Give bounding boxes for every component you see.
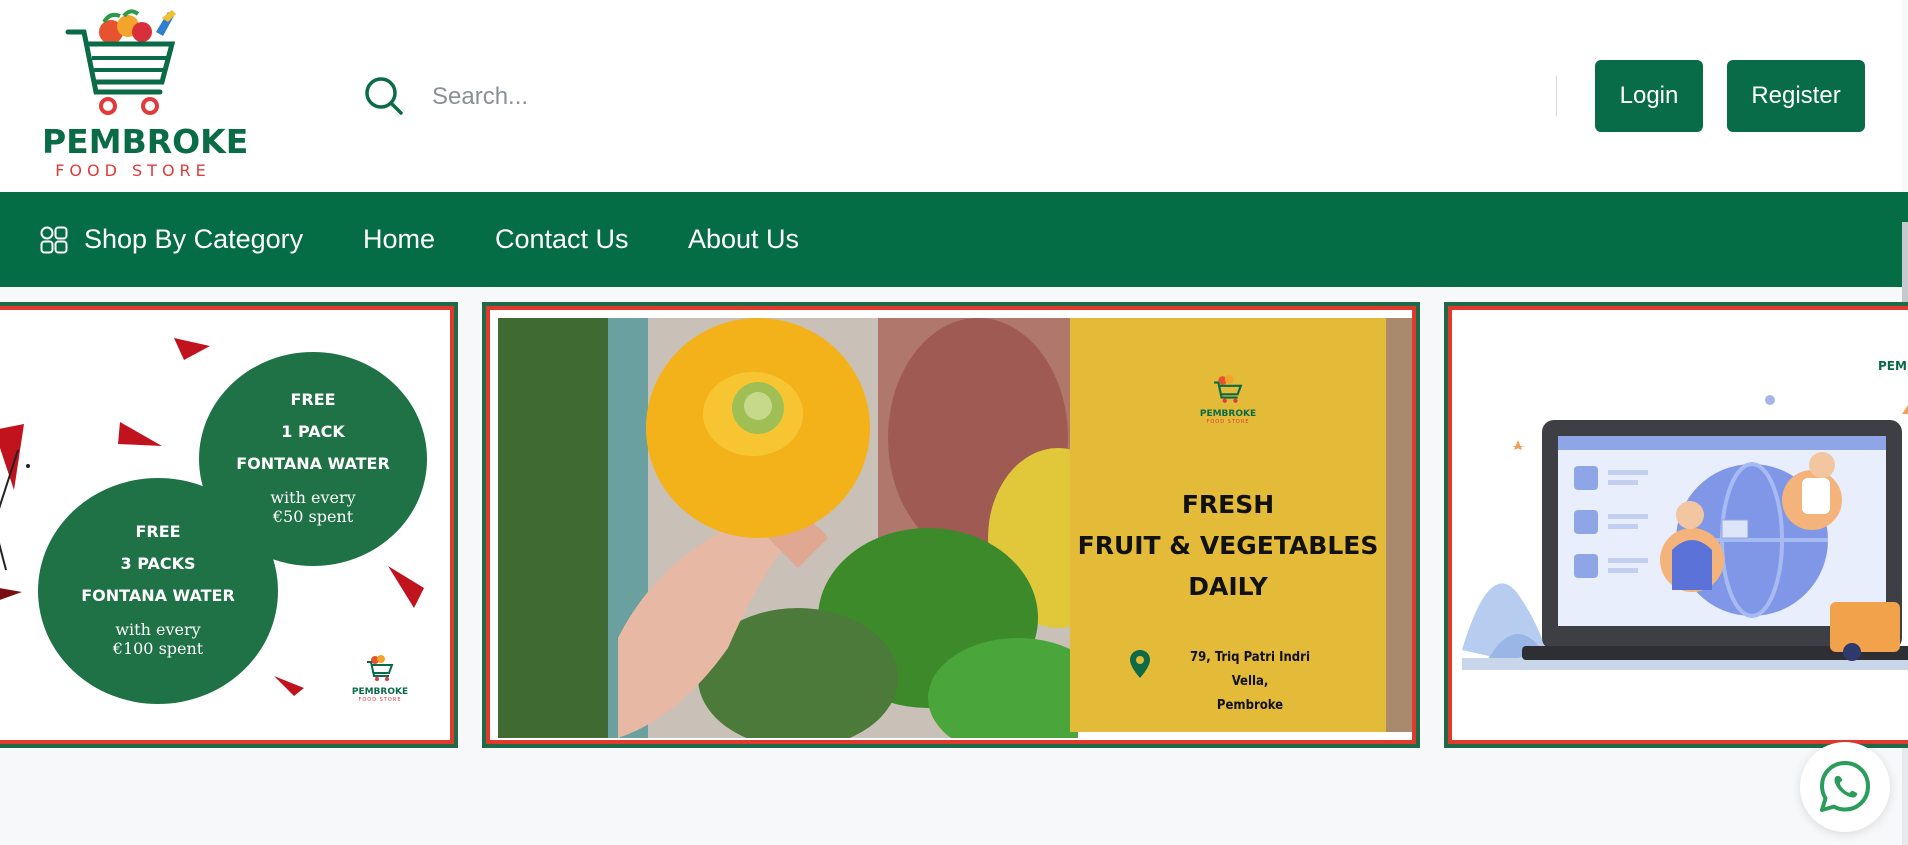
offer-b-cond2: €100 spent <box>112 639 204 658</box>
whatsapp-chat-button[interactable] <box>1800 742 1890 832</box>
grid-icon <box>40 226 68 253</box>
online-banner-logo-name: PEMBROKE <box>1878 359 1908 373</box>
offer-circle-3-packs: FREE 3 PACKS FONTANA WATER with every €1… <box>38 478 278 704</box>
whatsapp-icon <box>1820 761 1870 812</box>
fresh-headline-line1: FRESH <box>1181 490 1275 519</box>
banner-fresh-produce[interactable]: PEMBROKE FOOD STORE FRESH FRUIT & VEGETA… <box>486 306 1416 744</box>
water-banner-logo-name: PEMBROKE <box>351 687 409 697</box>
nav-home-link[interactable]: Home <box>363 192 435 287</box>
nav-about-us-link[interactable]: About Us <box>688 192 799 287</box>
offer-a-line2: 1 PACK <box>281 422 345 441</box>
offer-a-line1: FREE <box>290 390 336 409</box>
store-address-line2: Pembroke <box>1216 698 1284 713</box>
search-icon[interactable] <box>362 74 406 118</box>
fresh-banner-logo: PEMBROKE FOOD STORE <box>1198 374 1258 425</box>
register-button[interactable]: Register <box>1727 60 1865 132</box>
fresh-banner-logo-name: PEMBROKE <box>1199 409 1257 419</box>
fresh-headline-line3: DAILY <box>1188 572 1268 601</box>
online-shopping-illustration: PEMBROKE <box>1462 359 1908 670</box>
banner-online-shopping[interactable]: PEMBROKE <box>1448 306 1908 744</box>
logo-tagline: FOOD STORE <box>55 161 211 180</box>
water-banner-logo-tagline: FOOD STORE <box>358 697 402 703</box>
fresh-info-panel: PEMBROKE FOOD STORE FRESH FRUIT & VEGETA… <box>1070 318 1386 732</box>
logo-name: PEMBROKE <box>42 122 249 161</box>
shop-by-category-label: Shop By Category <box>84 224 304 254</box>
store-address: 79, Triq Patri Indri Vella, Pembroke <box>1180 646 1320 718</box>
main-nav: Shop By Category Home Contact Us About U… <box>0 192 1908 287</box>
store-logo[interactable]: PEMBROKE FOOD STORE <box>38 8 249 180</box>
search-input[interactable] <box>430 76 1534 118</box>
fresh-banner-logo-tagline: FOOD STORE <box>1206 419 1250 425</box>
location-pin-icon <box>1130 650 1150 678</box>
store-address-line1: 79, Triq Patri Indri Vella, <box>1190 650 1310 689</box>
header-divider <box>1556 76 1557 116</box>
shopping-cart-logo-icon <box>65 9 176 115</box>
nav-contact-us-link[interactable]: Contact Us <box>495 192 629 287</box>
offer-a-line3: FONTANA WATER <box>236 454 390 473</box>
offer-b-line1: FREE <box>135 522 181 541</box>
offer-b-line2: 3 PACKS <box>120 554 196 573</box>
login-button[interactable]: Login <box>1595 60 1703 132</box>
fresh-headline-line2: FRUIT & VEGETABLES <box>1077 531 1379 560</box>
banner-water-offer[interactable]: FREE 1 PACK FONTANA WATER with every €50… <box>0 306 454 744</box>
shopping-cart-logo-icon <box>1214 375 1243 403</box>
photo-strip <box>1386 318 1412 732</box>
shop-by-category-menu[interactable]: Shop By Category <box>40 192 303 287</box>
bell-pepper-photo <box>498 318 1078 738</box>
fresh-headline: FRESH FRUIT & VEGETABLES DAILY <box>1070 484 1386 607</box>
shopping-cart-logo-icon <box>367 655 394 681</box>
water-banner-logo: PEMBROKE FOOD STORE <box>340 654 420 703</box>
offer-b-cond1: with every <box>115 620 201 639</box>
site-header: PEMBROKE FOOD STORE Login Register <box>0 0 1902 192</box>
offer-b-line3: FONTANA WATER <box>81 586 235 605</box>
